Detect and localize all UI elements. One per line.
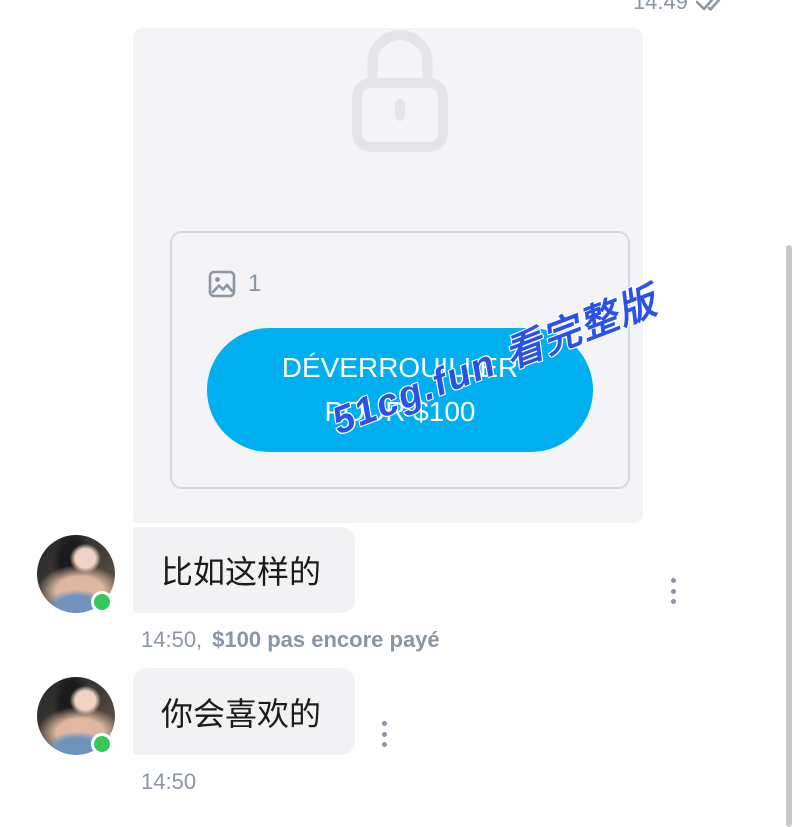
previous-message-time: 14:49 — [632, 0, 688, 14]
message-text: 你会喜欢的 — [161, 695, 322, 732]
locked-media-preview: 1 DÉVERROUILLER POUR $100 — [170, 231, 630, 489]
payment-status: $100 pas encore payé — [212, 627, 440, 652]
message-time: 14:50, — [141, 627, 203, 652]
unlock-button[interactable]: DÉVERROUILLER POUR $100 — [207, 328, 593, 452]
image-icon — [208, 270, 236, 298]
message-text: 比如这样的 — [161, 554, 322, 590]
message-meta: 14:50, $100 pas encore payé — [141, 627, 440, 653]
more-vertical-icon[interactable] — [379, 721, 389, 747]
unlock-button-label: DÉVERROUILLER POUR $100 — [281, 352, 519, 427]
media-count: 1 — [248, 270, 262, 297]
double-check-icon — [695, 0, 734, 13]
message-time: 14:50 — [141, 769, 197, 794]
online-indicator — [91, 591, 113, 613]
message-bubble: 比如这样的 — [133, 527, 355, 613]
scrollbar[interactable] — [786, 245, 792, 827]
more-vertical-icon[interactable] — [668, 578, 678, 604]
lock-icon — [352, 30, 448, 154]
locked-media-card: 1 DÉVERROUILLER POUR $100 — [133, 28, 643, 523]
online-indicator — [91, 733, 113, 755]
message-meta: 14:50 — [141, 769, 196, 795]
message-bubble: 你会喜欢的 — [133, 668, 355, 755]
